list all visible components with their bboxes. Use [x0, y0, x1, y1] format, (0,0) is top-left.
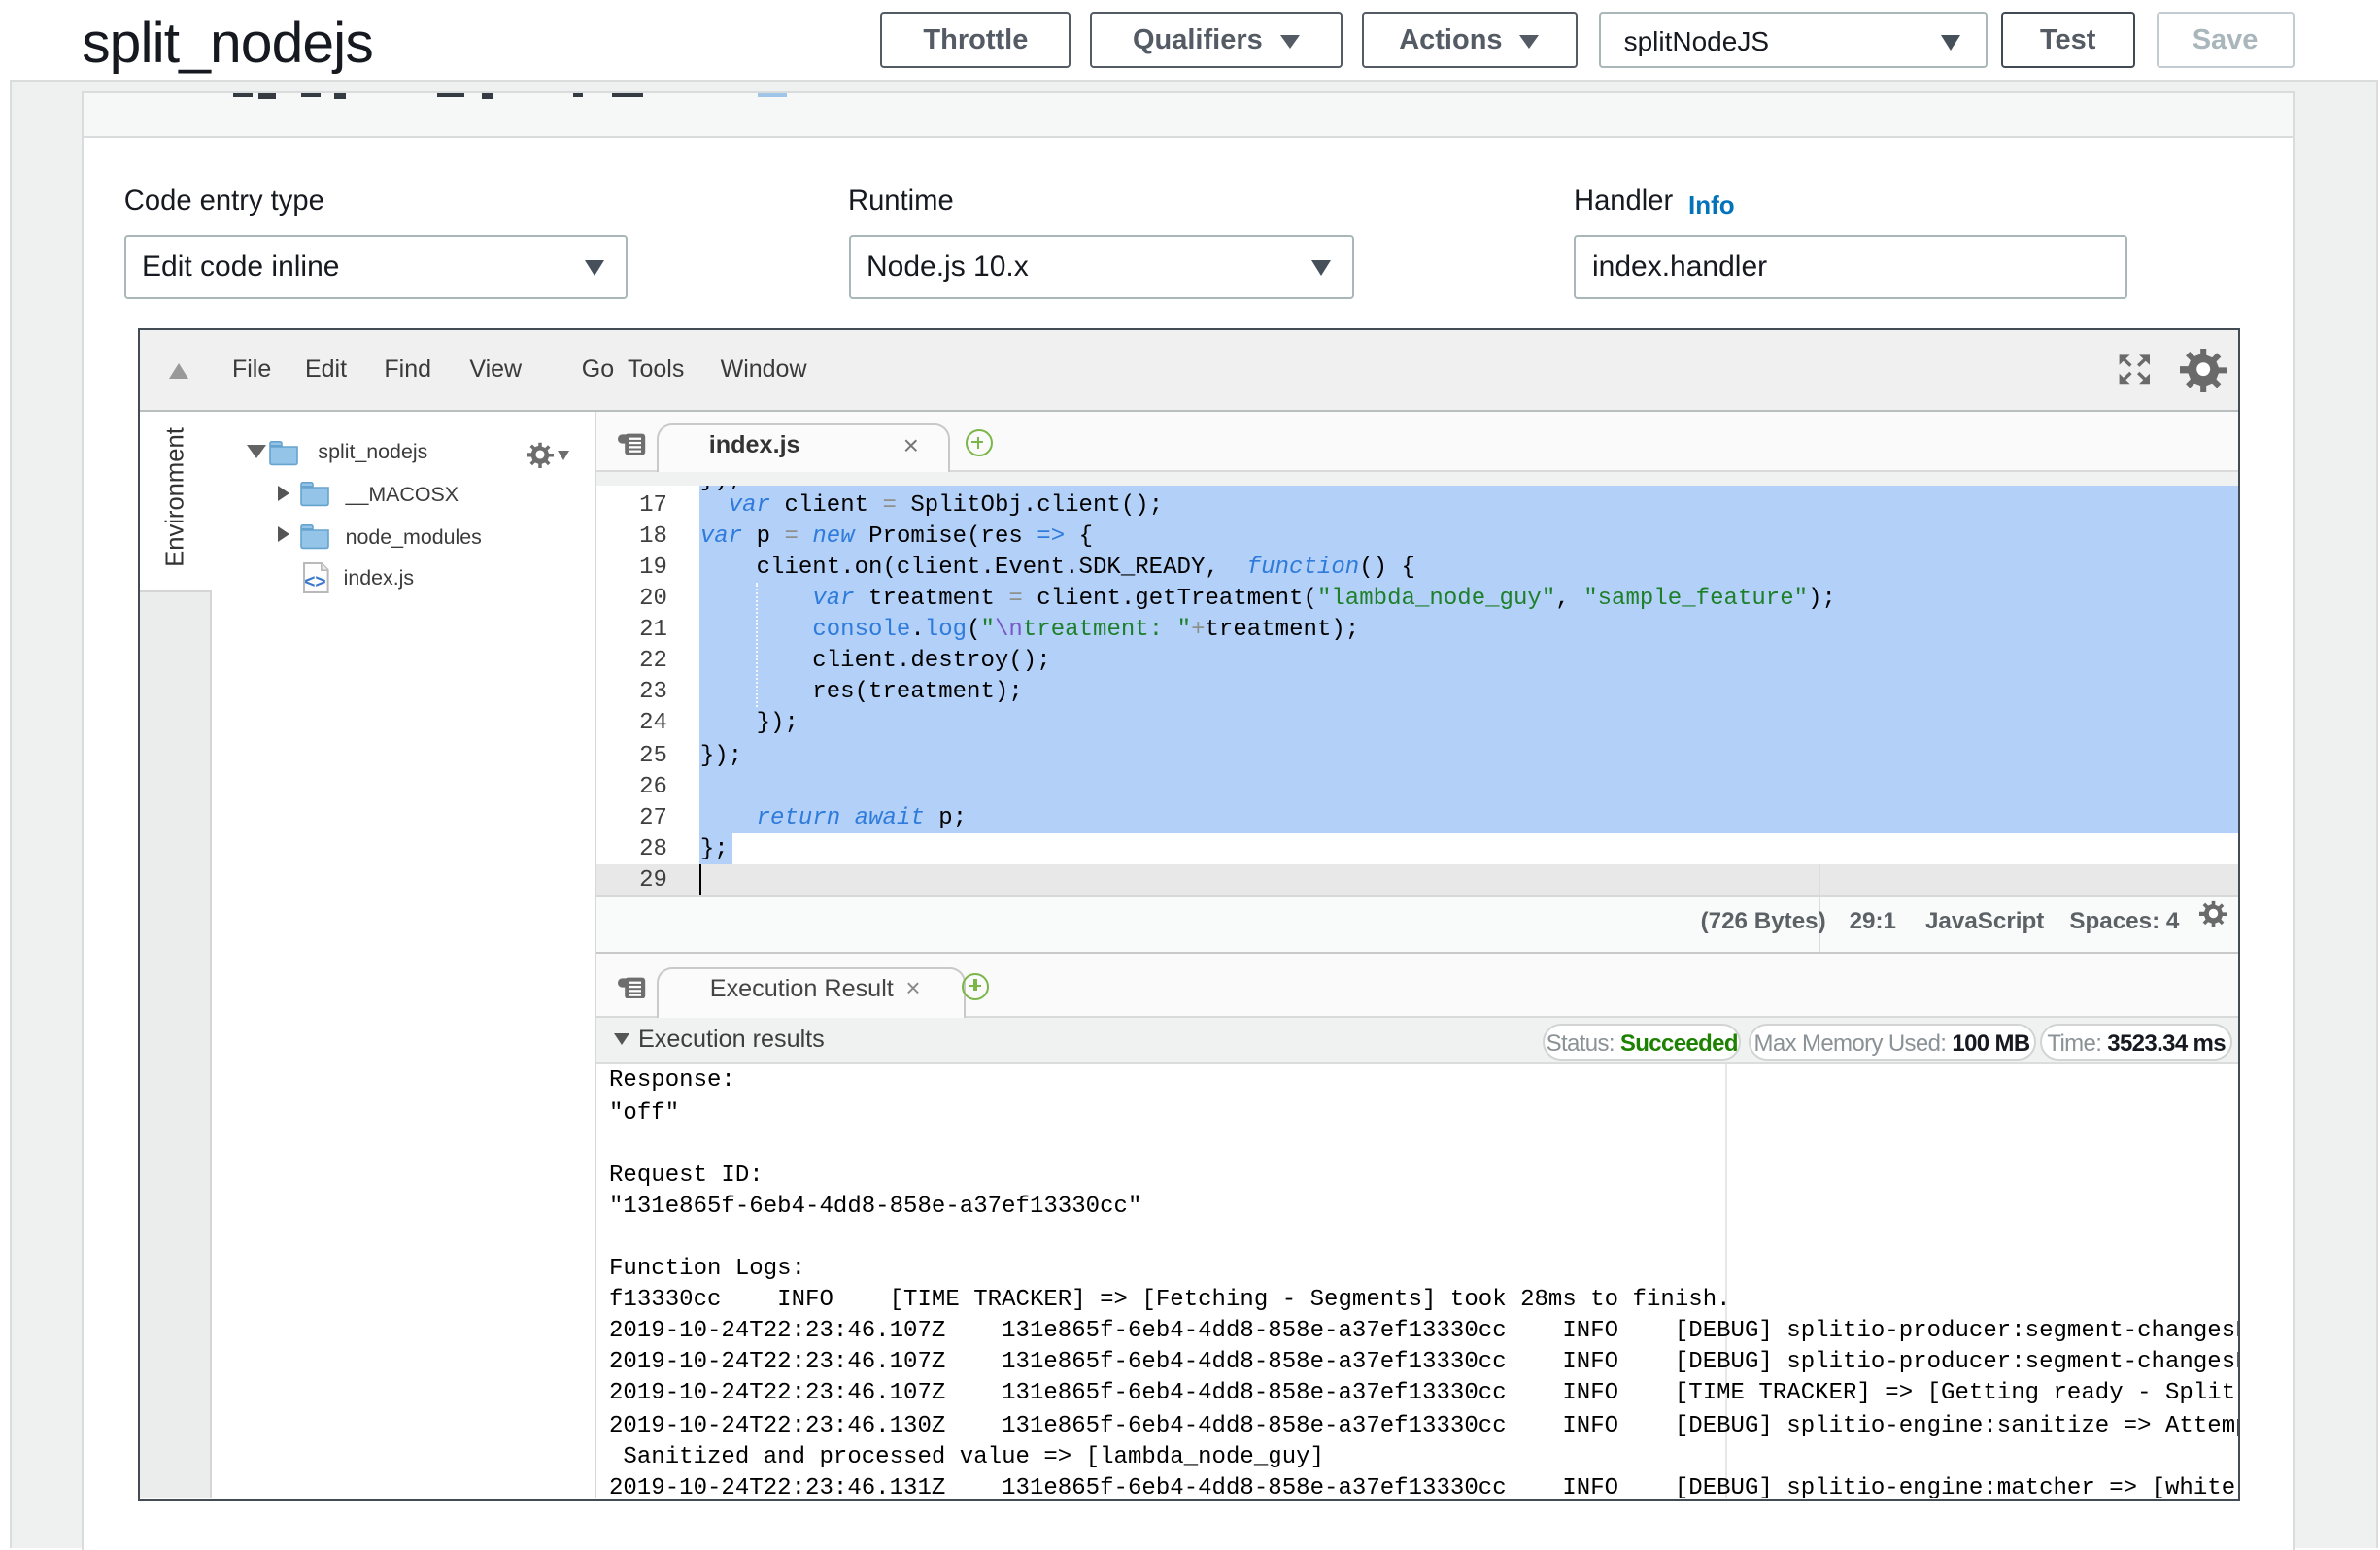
svg-text:<>: <>	[304, 572, 325, 592]
